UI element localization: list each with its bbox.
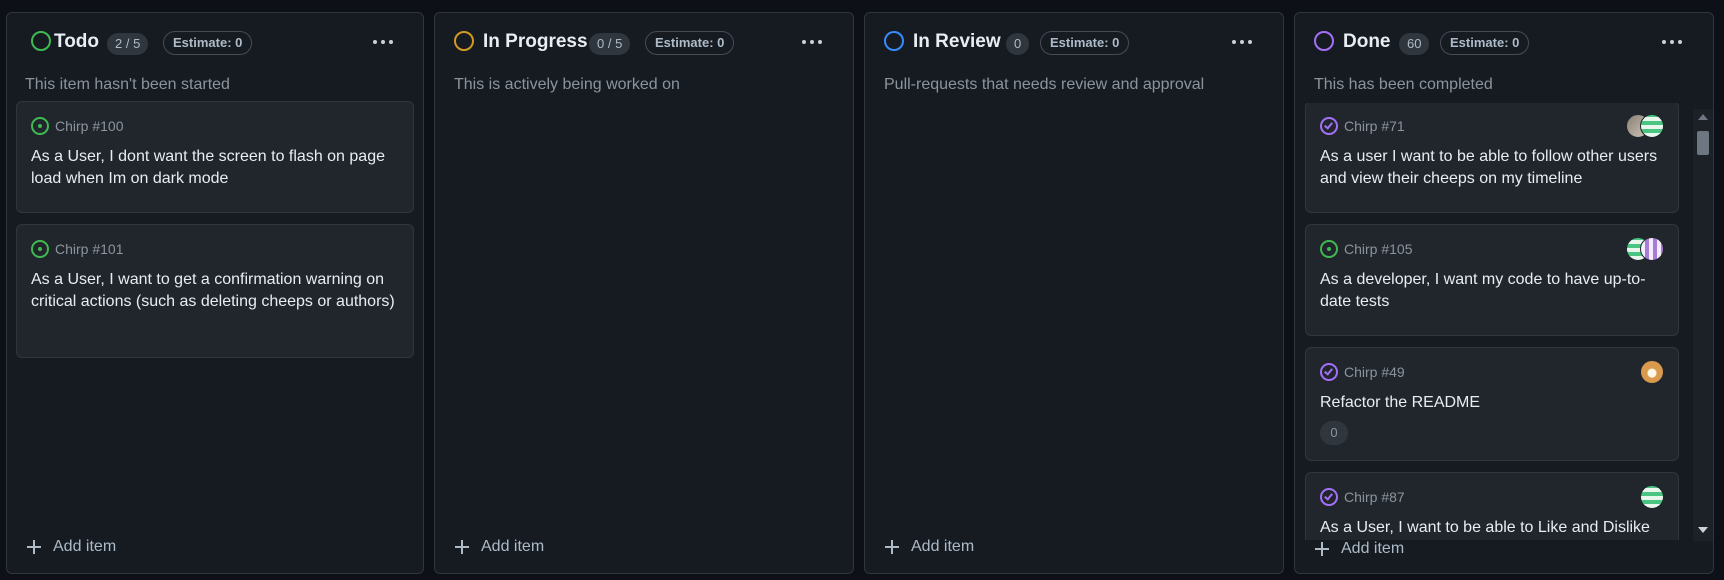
- scrollbar[interactable]: [1693, 109, 1713, 541]
- add-item-label: Add item: [53, 538, 117, 555]
- card-number[interactable]: Chirp #49: [1344, 363, 1405, 381]
- column-header: In Review 0 Estimate: 0 Pull-requests th…: [865, 13, 1283, 103]
- estimate-badge[interactable]: Estimate: 0: [163, 31, 253, 55]
- avatar[interactable]: [1640, 485, 1664, 509]
- column-title: Done: [1343, 31, 1391, 52]
- card-title[interactable]: As a developer, I want my code to have u…: [1320, 269, 1668, 313]
- column-count-badge: 60: [1399, 33, 1430, 55]
- estimate-badge[interactable]: Estimate: 0: [1440, 31, 1530, 55]
- card-number[interactable]: Chirp #105: [1344, 240, 1413, 258]
- column-more-button[interactable]: [1227, 36, 1257, 48]
- add-item-button[interactable]: Add item: [1315, 537, 1404, 561]
- column-more-button[interactable]: [368, 36, 398, 48]
- column-more-button[interactable]: [1657, 36, 1687, 48]
- scroll-down-arrow-icon[interactable]: [1698, 527, 1708, 533]
- open-issue-icon: [31, 240, 49, 258]
- closed-issue-icon: [1320, 117, 1338, 135]
- card[interactable]: Chirp #87 As a User, I want to be able t…: [1305, 472, 1679, 540]
- column-title: In Progress: [483, 31, 588, 52]
- column-description: This item hasn't been started: [25, 76, 230, 93]
- card-title[interactable]: As a User, I want to get a confirmation …: [31, 269, 403, 313]
- status-circle-icon: [454, 31, 474, 51]
- scroll-thumb[interactable]: [1697, 131, 1709, 155]
- card[interactable]: Chirp #100 As a User, I dont want the sc…: [16, 101, 414, 213]
- avatar[interactable]: [1640, 237, 1664, 261]
- avatar[interactable]: [1640, 114, 1664, 138]
- sub-issue-count-badge: 0: [1320, 421, 1348, 445]
- done-card-list[interactable]: Chirp #71 As a user I want to be able to…: [1295, 103, 1713, 540]
- column-header: Todo 2 / 5 Estimate: 0 This item hasn't …: [7, 13, 423, 103]
- open-issue-icon: [1320, 240, 1338, 258]
- column-title: In Review: [913, 31, 1001, 52]
- closed-issue-icon: [1320, 363, 1338, 381]
- avatar[interactable]: [1640, 360, 1664, 384]
- add-item-button[interactable]: Add item: [455, 535, 544, 559]
- column-in-review: In Review 0 Estimate: 0 Pull-requests th…: [864, 12, 1284, 574]
- status-circle-icon: [31, 31, 51, 51]
- open-issue-icon: [31, 117, 49, 135]
- add-item-button[interactable]: Add item: [885, 535, 974, 559]
- card-title[interactable]: As a User, I dont want the screen to fla…: [31, 146, 403, 190]
- add-item-label: Add item: [911, 538, 975, 555]
- status-circle-icon: [884, 31, 904, 51]
- column-in-progress: In Progress 0 / 5 Estimate: 0 This is ac…: [434, 12, 854, 574]
- column-title: Todo: [54, 31, 100, 52]
- scroll-up-arrow-icon[interactable]: [1698, 114, 1708, 120]
- column-more-button[interactable]: [797, 36, 827, 48]
- plus-icon: [27, 540, 41, 554]
- project-board: Todo 2 / 5 Estimate: 0 This item hasn't …: [0, 0, 1724, 580]
- column-header: Done 60 Estimate: 0 This has been comple…: [1295, 13, 1713, 103]
- column-description: This has been completed: [1314, 76, 1493, 93]
- estimate-badge[interactable]: Estimate: 0: [645, 31, 735, 55]
- add-item-label: Add item: [481, 538, 545, 555]
- add-item-button[interactable]: Add item: [27, 535, 116, 559]
- plus-icon: [455, 540, 469, 554]
- plus-icon: [1315, 542, 1329, 556]
- card-number[interactable]: Chirp #101: [55, 240, 124, 258]
- plus-icon: [885, 540, 899, 554]
- column-header: In Progress 0 / 5 Estimate: 0 This is ac…: [435, 13, 853, 103]
- card-number[interactable]: Chirp #100: [55, 117, 124, 135]
- column-todo: Todo 2 / 5 Estimate: 0 This item hasn't …: [6, 12, 424, 574]
- column-count-badge: 0: [1006, 33, 1030, 55]
- card-title[interactable]: As a user I want to be able to follow ot…: [1320, 146, 1668, 190]
- card-title[interactable]: Refactor the README: [1320, 392, 1668, 414]
- card-number[interactable]: Chirp #71: [1344, 117, 1405, 135]
- card-title[interactable]: As a User, I want to be able to Like and…: [1320, 517, 1668, 539]
- column-count-badge: 0 / 5: [589, 33, 631, 55]
- closed-issue-icon: [1320, 488, 1338, 506]
- estimate-badge[interactable]: Estimate: 0: [1040, 31, 1130, 55]
- card[interactable]: Chirp #49 Refactor the README 0: [1305, 347, 1679, 461]
- card[interactable]: Chirp #105 As a developer, I want my cod…: [1305, 224, 1679, 336]
- column-done: Done 60 Estimate: 0 This has been comple…: [1294, 12, 1714, 574]
- column-description: This is actively being worked on: [454, 76, 680, 93]
- status-circle-icon: [1314, 31, 1334, 51]
- add-item-label: Add item: [1341, 540, 1405, 557]
- column-count-badge: 2 / 5: [107, 33, 149, 55]
- card-number[interactable]: Chirp #87: [1344, 488, 1405, 506]
- column-description: Pull-requests that needs review and appr…: [884, 76, 1205, 93]
- card[interactable]: Chirp #101 As a User, I want to get a co…: [16, 224, 414, 358]
- card[interactable]: Chirp #71 As a user I want to be able to…: [1305, 103, 1679, 213]
